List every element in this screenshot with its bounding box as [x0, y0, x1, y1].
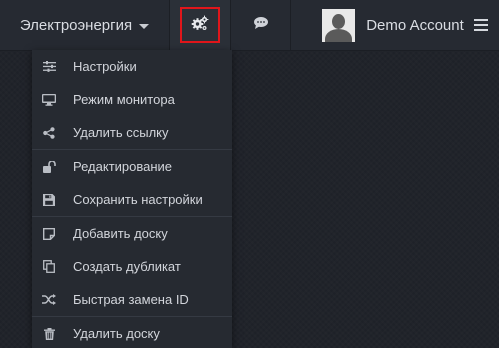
- menu-item-monitor-mode[interactable]: Режим монитора: [32, 83, 232, 116]
- menu-group-board: Добавить доску Создать дубликат Быстрая …: [32, 217, 232, 317]
- gears-icon: [191, 15, 209, 36]
- caret-down-icon: [139, 23, 150, 29]
- account-name: Demo Account: [366, 16, 464, 34]
- sliders-icon: [42, 60, 56, 74]
- trash-icon: [42, 327, 56, 341]
- avatar: [322, 8, 356, 42]
- menu-item-label: Быстрая замена ID: [73, 292, 189, 307]
- menu-group-edit: Редактирование Сохранить настройки: [32, 150, 232, 217]
- menu-item-quick-id-replace[interactable]: Быстрая замена ID: [32, 283, 232, 316]
- menu-group-general: Настройки Режим монитора Удалить ссылку: [32, 50, 232, 150]
- dashboard-name: Электроэнергия: [19, 16, 133, 34]
- menu-item-label: Удалить ссылку: [73, 125, 169, 140]
- menu-group-danger: Удалить доску: [32, 317, 232, 348]
- monitor-icon: [42, 93, 56, 107]
- unlock-icon: [42, 160, 56, 174]
- hamburger-icon[interactable]: [473, 19, 488, 31]
- menu-item-label: Добавить доску: [73, 226, 168, 241]
- dashboard-selector[interactable]: Электроэнергия: [0, 0, 170, 50]
- menu-item-label: Настройки: [73, 59, 137, 74]
- sticky-note-icon: [42, 227, 56, 241]
- menu-item-duplicate[interactable]: Создать дубликат: [32, 250, 232, 283]
- shuffle-icon: [42, 293, 56, 307]
- account-menu[interactable]: Demo Account: [291, 0, 499, 50]
- share-icon: [42, 126, 56, 140]
- floppy-disk-icon: [42, 193, 56, 207]
- menu-item-save-settings[interactable]: Сохранить настройки: [32, 183, 232, 216]
- settings-cell: [170, 0, 231, 50]
- menu-item-label: Режим монитора: [73, 92, 175, 107]
- menu-item-label: Удалить доску: [73, 326, 160, 341]
- settings-dropdown-menu: Настройки Режим монитора Удалить ссылку …: [32, 50, 232, 348]
- menu-item-editing[interactable]: Редактирование: [32, 150, 232, 183]
- copy-icon: [42, 260, 56, 274]
- menu-item-label: Редактирование: [73, 159, 173, 174]
- menu-item-delete-board[interactable]: Удалить доску: [32, 317, 232, 348]
- top-navbar: Электроэнергия Demo Account: [0, 0, 499, 51]
- menu-item-label: Создать дубликат: [73, 259, 181, 274]
- menu-item-settings[interactable]: Настройки: [32, 50, 232, 83]
- menu-item-add-board[interactable]: Добавить доску: [32, 217, 232, 250]
- chat-button[interactable]: [231, 0, 291, 50]
- settings-button[interactable]: [180, 7, 220, 43]
- chat-bubble-icon: [253, 16, 269, 35]
- menu-item-remove-link[interactable]: Удалить ссылку: [32, 116, 232, 149]
- menu-item-label: Сохранить настройки: [73, 192, 203, 207]
